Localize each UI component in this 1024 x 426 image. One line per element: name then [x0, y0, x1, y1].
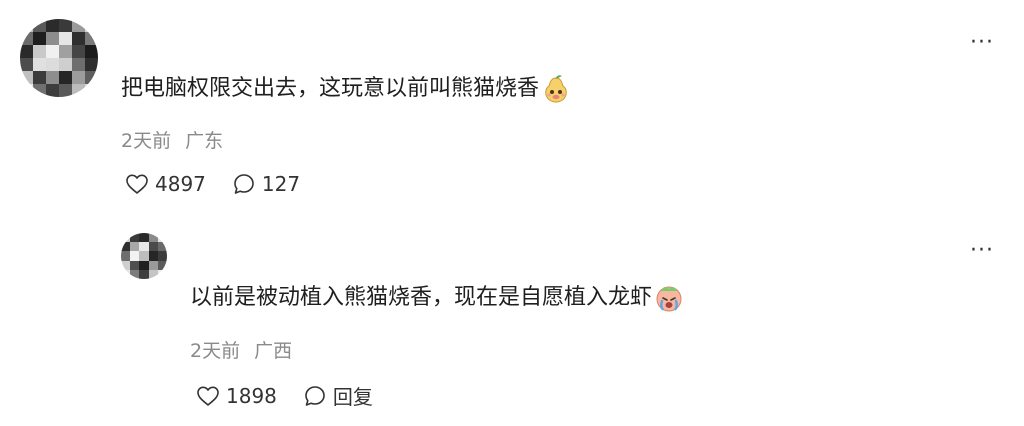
reply-location: 广西	[254, 340, 293, 362]
reply-body: 以前是被动植入熊猫烧香，现在是自愿植入龙虾	[190, 285, 653, 310]
avatar-pixel	[139, 242, 149, 252]
avatar-pixel	[59, 19, 72, 32]
reply-count-button[interactable]: 127	[232, 172, 300, 196]
avatar-pixel	[46, 84, 59, 97]
avatar-pixel	[130, 233, 140, 243]
avatar-pixel	[130, 260, 140, 270]
avatar-pixel	[157, 233, 167, 243]
speech-bubble-icon	[234, 174, 254, 194]
reply-text: 以前是被动植入熊猫烧香，现在是自愿植入龙虾	[190, 283, 684, 313]
avatar-pixel	[130, 242, 140, 252]
avatar-pixel	[59, 45, 72, 58]
reply-like-button[interactable]: 1898	[196, 384, 277, 408]
avatar-pixel	[121, 269, 131, 279]
speech-bubble-icon	[305, 385, 325, 406]
avatar-pixel	[85, 32, 98, 45]
avatar-pixel	[157, 260, 167, 270]
avatar-pixel	[85, 45, 98, 58]
avatar-pixel	[139, 251, 149, 261]
avatar-pixel	[46, 32, 59, 45]
avatar-pixel	[46, 58, 59, 71]
avatar-pixel	[72, 45, 85, 58]
avatar-pixel	[59, 32, 72, 45]
heart-outline-icon	[197, 386, 219, 406]
avatar-pixel	[85, 71, 98, 84]
comment-text: 把电脑权限交出去，这玩意以前叫熊猫烧香	[121, 74, 571, 104]
avatar-pixel	[148, 260, 158, 270]
avatar-pixel	[72, 71, 85, 84]
avatar-pixel	[33, 45, 46, 58]
reply-meta: 2天前 广西	[190, 336, 292, 363]
avatar-pixel	[72, 32, 85, 45]
like-count: 4897	[155, 172, 206, 196]
avatar-pixel	[157, 251, 167, 261]
comment-actions: 4897 127	[125, 172, 300, 196]
avatar-pixel	[130, 269, 140, 279]
avatar-pixel	[20, 58, 33, 71]
avatar-pixel	[59, 71, 72, 84]
avatar-pixel	[33, 19, 46, 32]
comment-body: 把电脑权限交出去，这玩意以前叫熊猫烧香	[121, 76, 540, 101]
avatar-pixel	[20, 71, 33, 84]
avatar-pixel	[46, 19, 59, 32]
avatar-pixel	[72, 19, 85, 32]
crying-face-emoji-icon	[656, 286, 682, 312]
reply-button[interactable]: 回复	[303, 381, 373, 410]
reply-count: 127	[261, 172, 301, 196]
avatar-pixel	[139, 233, 149, 243]
avatar-pixel	[157, 269, 167, 279]
comment-location: 广东	[185, 130, 224, 152]
avatar-pixel	[148, 233, 158, 243]
avatar[interactable]	[20, 19, 98, 97]
avatar-pixel	[121, 242, 131, 252]
pear-face-emoji-icon	[545, 75, 567, 103]
avatar-pixel	[33, 71, 46, 84]
avatar-pixel	[148, 251, 158, 261]
reply-actions: 1898 回复	[196, 381, 373, 410]
avatar-pixel	[121, 251, 131, 261]
reply-label: 回复	[332, 385, 373, 409]
avatar-pixel	[139, 269, 149, 279]
avatar-pixel	[59, 84, 72, 97]
avatar-pixel	[33, 58, 46, 71]
avatar-pixel	[85, 19, 98, 32]
avatar-pixel	[59, 58, 72, 71]
avatar-pixel	[130, 251, 140, 261]
avatar-pixel	[20, 32, 33, 45]
reply-like-count: 1898	[226, 383, 277, 408]
avatar-pixel	[20, 45, 33, 58]
avatar-pixel	[85, 58, 98, 71]
avatar-pixel	[46, 45, 59, 58]
comment-meta: 2天前 广东	[121, 126, 223, 153]
avatar-pixel	[72, 84, 85, 97]
avatar-pixel	[33, 32, 46, 45]
more-options-icon[interactable]: ···	[970, 32, 994, 54]
avatar-pixel	[121, 233, 131, 243]
avatar-pixel	[33, 84, 46, 97]
avatar-pixel	[72, 58, 85, 71]
avatar-pixel	[157, 242, 167, 252]
reply-time: 2天前	[190, 340, 241, 362]
heart-outline-icon	[126, 174, 148, 194]
avatar-pixel	[148, 242, 158, 252]
avatar-pixel	[148, 269, 158, 279]
reply-more-options-icon[interactable]: ···	[970, 240, 994, 262]
like-button[interactable]: 4897	[125, 172, 206, 196]
avatar-pixel	[85, 84, 98, 97]
avatar-pixel	[20, 19, 33, 32]
avatar-pixel	[20, 84, 33, 97]
reply-avatar[interactable]	[121, 233, 167, 279]
comment-time: 2天前	[121, 130, 172, 152]
avatar-pixel	[121, 260, 131, 270]
avatar-pixel	[139, 260, 149, 270]
avatar-pixel	[46, 71, 59, 84]
